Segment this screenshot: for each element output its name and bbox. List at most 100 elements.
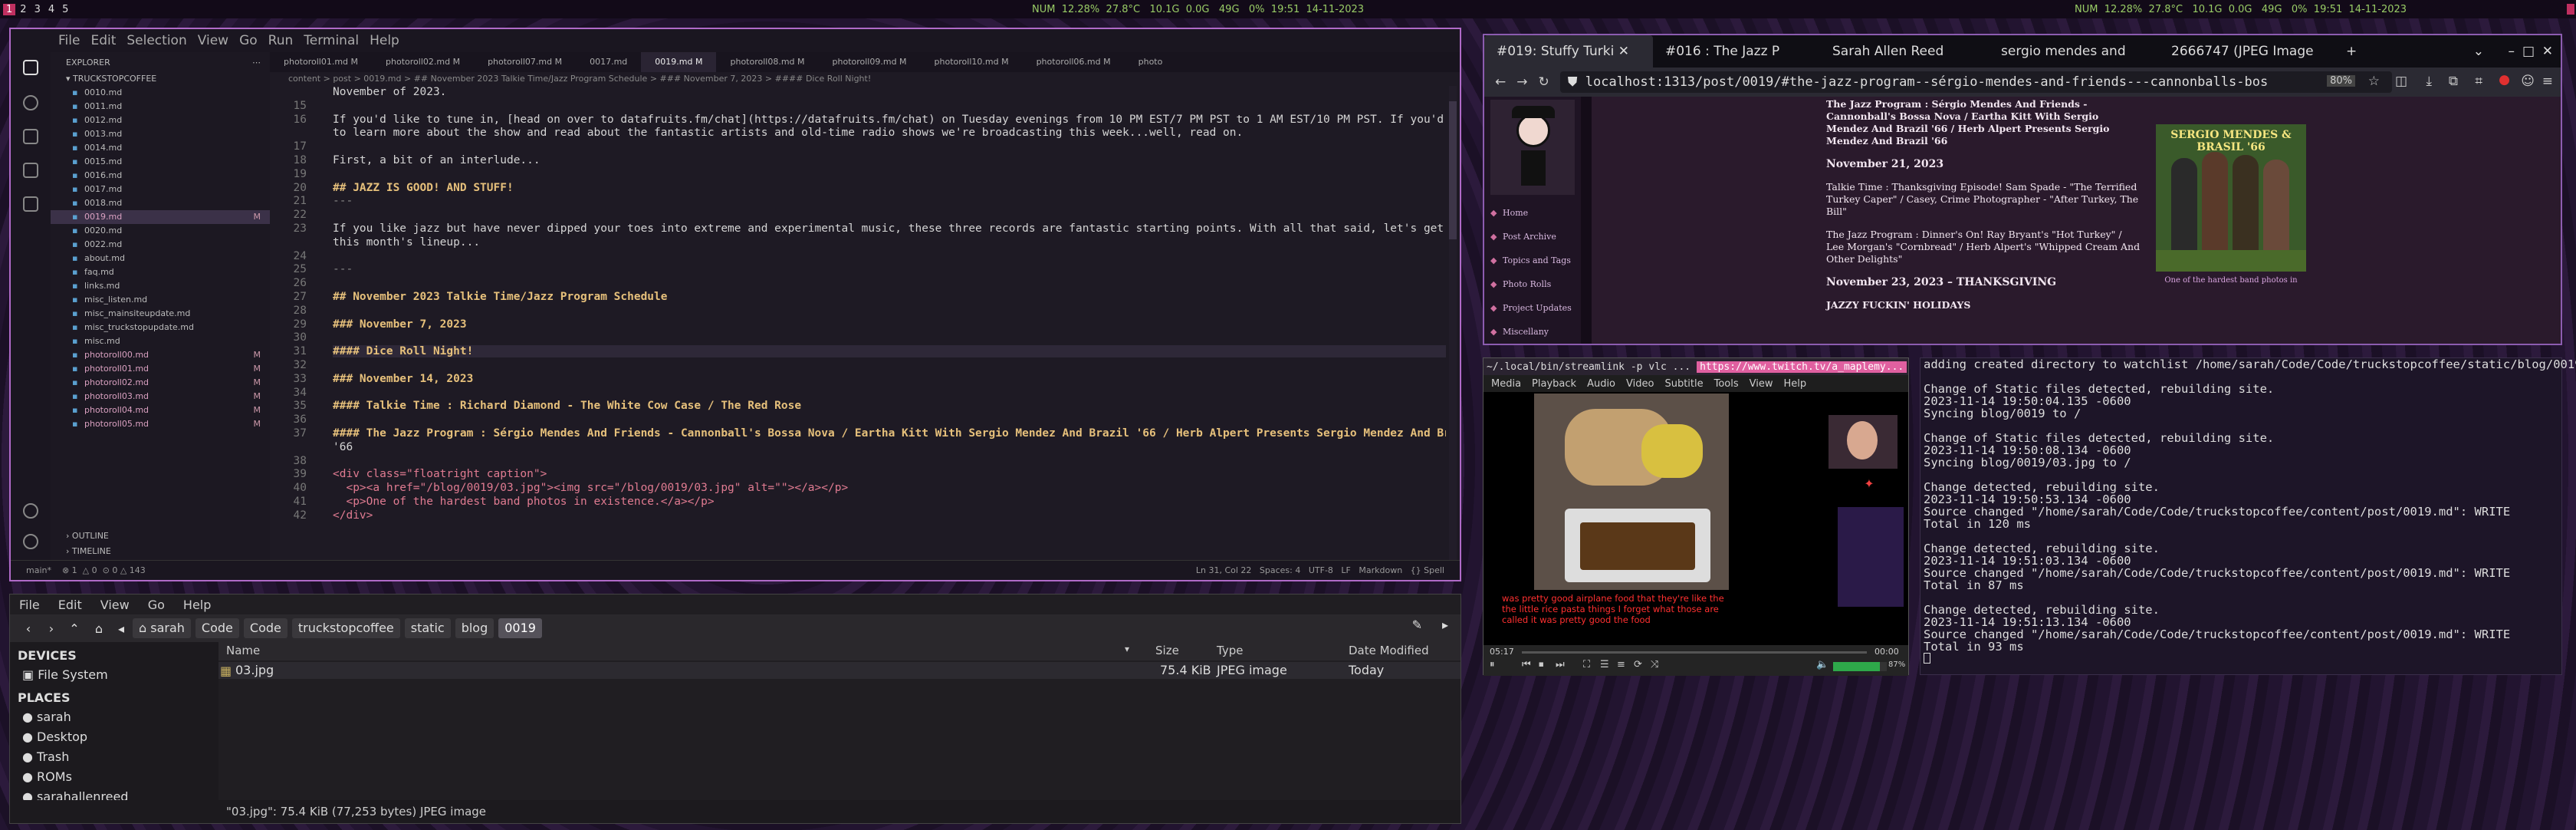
path-right-icon[interactable]: ▸ bbox=[1442, 618, 1448, 632]
path-left-icon[interactable]: ◂ bbox=[114, 621, 128, 636]
file-item[interactable]: ▪ misc_listen.md bbox=[51, 293, 270, 307]
workspace-2[interactable]: 2 bbox=[17, 4, 29, 15]
tab-list-icon[interactable]: ⌄ bbox=[2473, 44, 2484, 59]
site-nav-link[interactable]: ◆ Topics and Tags bbox=[1484, 249, 1581, 272]
file-item[interactable]: ▪ 0019.md M bbox=[51, 210, 270, 224]
volume-slider[interactable] bbox=[1833, 662, 1887, 671]
menu-selection[interactable]: Selection bbox=[127, 33, 186, 48]
file-item[interactable]: ▪ 0015.md bbox=[51, 155, 270, 169]
browser-tab-5[interactable]: 2666747 (JPEG Image bbox=[2159, 35, 2335, 68]
extended-settings-icon[interactable]: ☰ bbox=[1600, 659, 1609, 670]
minimize-icon[interactable]: – bbox=[2509, 44, 2515, 59]
col-size[interactable]: Size bbox=[1155, 644, 1179, 657]
path-truckstopcoffee[interactable]: truckstopcoffee bbox=[291, 618, 400, 638]
extension-icon[interactable]: ⧉ bbox=[2449, 74, 2458, 89]
path-0019[interactable]: 0019 bbox=[498, 618, 542, 638]
place-sarah[interactable]: ● sarah bbox=[18, 710, 211, 730]
site-nav-link[interactable]: ◆ Miscellany bbox=[1484, 320, 1581, 344]
workspace-1[interactable]: 1 bbox=[3, 3, 16, 15]
browser-tab-3[interactable]: Sarah Allen Reed bbox=[1820, 35, 1989, 68]
path-blog[interactable]: blog bbox=[455, 618, 495, 638]
site-nav-link[interactable]: ◆ Post Archive bbox=[1484, 225, 1581, 249]
tab-9[interactable]: photo bbox=[1125, 52, 1177, 72]
source-control-icon[interactable] bbox=[23, 129, 38, 144]
menu-file[interactable]: File bbox=[58, 33, 80, 48]
more-actions-icon[interactable]: ⋯ bbox=[252, 58, 261, 68]
vlc-menu-item[interactable]: Help bbox=[1784, 378, 1807, 390]
tab-2[interactable]: photoroll07.md M bbox=[474, 52, 576, 72]
menu-terminal[interactable]: Terminal bbox=[304, 33, 359, 48]
outline-section[interactable]: › OUTLINE bbox=[51, 531, 109, 545]
vlc-menu-item[interactable]: Media bbox=[1491, 378, 1521, 390]
new-tab-icon[interactable]: + bbox=[2335, 44, 2367, 59]
file-item[interactable]: ▪ 0013.md bbox=[51, 127, 270, 141]
path-code[interactable]: Code bbox=[195, 618, 239, 638]
path-code-2[interactable]: Code bbox=[243, 618, 288, 638]
tab-3[interactable]: 0017.md bbox=[576, 52, 641, 72]
tab-0[interactable]: photoroll01.md M bbox=[270, 52, 372, 72]
editor-scrollbar[interactable] bbox=[1449, 86, 1457, 562]
file-item[interactable]: ▪ photoroll03.md M bbox=[51, 390, 270, 403]
status-git[interactable]: main* ⊗ 1 △ 0 ⊙ 0 △ 143 bbox=[26, 565, 146, 575]
zoom-badge[interactable]: 80% bbox=[2327, 75, 2355, 87]
vlc-menu-item[interactable]: Subtitle bbox=[1664, 378, 1703, 390]
previous-icon[interactable]: ⏮ bbox=[1522, 659, 1531, 670]
site-nav-link[interactable]: ◆ Photo Rolls bbox=[1484, 272, 1581, 296]
menu-run[interactable]: Run bbox=[268, 33, 294, 48]
file-item[interactable]: ▪ 0010.md bbox=[51, 86, 270, 100]
home-icon[interactable]: ⌂ bbox=[88, 621, 110, 636]
workspace-3[interactable]: 3 bbox=[31, 4, 44, 15]
path-static[interactable]: static bbox=[404, 618, 451, 638]
workspace-5[interactable]: 5 bbox=[59, 4, 71, 15]
file-item[interactable]: ▪ photoroll05.md M bbox=[51, 417, 270, 431]
file-item[interactable]: ▪ 0018.md bbox=[51, 196, 270, 210]
file-item[interactable]: ▪ 0014.md bbox=[51, 141, 270, 155]
vlc-menu-item[interactable]: Video bbox=[1626, 378, 1654, 390]
playlist-icon[interactable]: ≡ bbox=[1617, 659, 1625, 670]
col-date[interactable]: Date Modified bbox=[1349, 644, 1429, 657]
file-item[interactable]: ▪ misc_mainsiteupdate.md bbox=[51, 307, 270, 321]
place-desktop[interactable]: ● Desktop bbox=[18, 730, 211, 749]
path-sarah[interactable]: ⌂ sarah bbox=[133, 618, 191, 638]
power-icon[interactable] bbox=[2567, 4, 2574, 15]
file-item[interactable]: ▪ photoroll04.md M bbox=[51, 403, 270, 417]
file-item[interactable]: ▪ misc_truckstopupdate.md bbox=[51, 321, 270, 334]
file-item[interactable]: ▪ misc.md bbox=[51, 334, 270, 348]
vlc-menu-item[interactable]: View bbox=[1750, 378, 1773, 390]
tab-4[interactable]: 0019.md M bbox=[641, 52, 717, 72]
folder-header[interactable]: ▾ TRUCKSTOPCOFFEE bbox=[51, 72, 270, 86]
stop-icon[interactable]: ⏹ bbox=[1539, 659, 1544, 670]
tab-7[interactable]: photoroll10.md M bbox=[921, 52, 1023, 72]
downloads-icon[interactable]: ⤓ bbox=[2426, 74, 2432, 89]
search-icon[interactable] bbox=[23, 95, 38, 110]
terminal-window[interactable]: adding created directory to watchlist /h… bbox=[1920, 357, 2576, 675]
file-item[interactable]: ▪ photoroll00.md M bbox=[51, 348, 270, 362]
video-area[interactable]: ✦ was pretty good airplane food that the… bbox=[1484, 392, 1908, 645]
forward-icon[interactable]: › bbox=[42, 621, 61, 636]
timeline-section[interactable]: › TIMELINE bbox=[51, 546, 111, 560]
file-item[interactable]: ▪ 0017.md bbox=[51, 183, 270, 196]
fm-menu-edit[interactable]: Edit bbox=[58, 598, 82, 612]
file-item[interactable]: ▪ photoroll01.md M bbox=[51, 362, 270, 376]
shuffle-icon[interactable]: ⤨ bbox=[1651, 659, 1658, 670]
file-item[interactable]: ▪ links.md bbox=[51, 279, 270, 293]
file-row[interactable]: ▦ 03.jpg 75.4 KiB JPEG image Today bbox=[219, 662, 1460, 679]
menu-edit[interactable]: Edit bbox=[90, 33, 116, 48]
file-item[interactable]: ▪ photoroll02.md M bbox=[51, 376, 270, 390]
editor-content[interactable]: November of 2023. 15 16 If you'd like to tu… bbox=[270, 86, 1446, 562]
menu-help[interactable]: Help bbox=[370, 33, 399, 48]
file-item[interactable]: ▪ 0016.md bbox=[51, 169, 270, 183]
browser-tab-2[interactable]: #016 : The Jazz P bbox=[1653, 35, 1820, 68]
reload-button[interactable]: ↻ bbox=[1539, 74, 1549, 90]
url-bar[interactable]: ⛊ localhost:1313/post/0019/#the-jazz-pro… bbox=[1559, 71, 2392, 93]
file-item[interactable]: ▪ faq.md bbox=[51, 265, 270, 279]
tab-6[interactable]: photoroll09.md M bbox=[819, 52, 921, 72]
extensions-icon[interactable] bbox=[23, 196, 38, 212]
file-item[interactable]: ▪ 0011.md bbox=[51, 100, 270, 114]
maximize-icon[interactable]: □ bbox=[2522, 44, 2535, 59]
fullscreen-icon[interactable]: ⛶ bbox=[1583, 659, 1590, 670]
fm-menu-view[interactable]: View bbox=[100, 598, 130, 612]
workspace-4[interactable]: 4 bbox=[45, 4, 58, 15]
menu-go[interactable]: Go bbox=[239, 33, 258, 48]
file-item[interactable]: ▪ 0012.md bbox=[51, 114, 270, 127]
